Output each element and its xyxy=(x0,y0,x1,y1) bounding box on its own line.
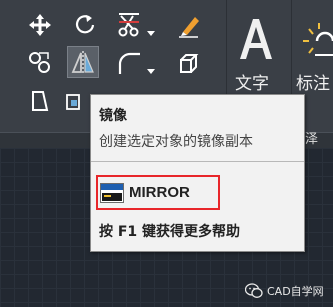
stretch-tool[interactable] xyxy=(25,86,55,116)
trim-tool[interactable] xyxy=(114,10,144,40)
move-icon xyxy=(29,14,51,36)
watermark-text: CAD自学网 xyxy=(267,285,324,298)
tooltip-title: 镜像 xyxy=(99,108,127,124)
fillet-icon xyxy=(118,52,140,74)
explode-icon xyxy=(180,54,199,73)
text-tool[interactable] xyxy=(233,14,279,62)
text-icon xyxy=(240,19,272,59)
annotation-label: 标注 xyxy=(296,74,330,94)
rotate-tool[interactable] xyxy=(70,10,100,40)
dimension-tool[interactable] xyxy=(295,14,333,62)
copy-tool[interactable] xyxy=(25,48,55,78)
dimension-icon xyxy=(303,23,333,56)
command-icon xyxy=(100,183,124,207)
tooltip-divider xyxy=(91,161,304,162)
erase-icon xyxy=(179,17,199,38)
wechat-icon xyxy=(245,283,263,298)
trim-dropdown-icon[interactable] xyxy=(147,22,155,36)
rotate-icon xyxy=(75,15,95,34)
erase-tool[interactable] xyxy=(174,10,204,40)
watermark: CAD自学网 xyxy=(245,283,324,299)
fillet-tool[interactable] xyxy=(114,48,144,78)
tooltip-help-text: 按 F1 键获得更多帮助 xyxy=(99,224,241,240)
fillet-dropdown-icon[interactable] xyxy=(147,60,155,74)
tooltip-command: MIRROR xyxy=(129,184,190,201)
copy-icon xyxy=(29,52,50,73)
scale-icon xyxy=(66,94,80,110)
stretch-icon xyxy=(32,91,49,111)
explode-tool[interactable] xyxy=(174,48,204,78)
scale-tool[interactable] xyxy=(62,88,86,118)
trim-icon xyxy=(118,13,139,37)
mirror-tooltip: 镜像 创建选定对象的镜像副本 MIRROR 按 F1 键获得更多帮助 xyxy=(90,94,305,252)
move-tool[interactable] xyxy=(25,10,55,40)
tooltip-description: 创建选定对象的镜像副本 xyxy=(99,134,253,150)
mirror-tool[interactable] xyxy=(67,46,99,78)
mirror-icon xyxy=(71,51,94,74)
panel-partial-label: 泽 xyxy=(305,132,319,147)
text-label: 文字 xyxy=(235,74,269,94)
